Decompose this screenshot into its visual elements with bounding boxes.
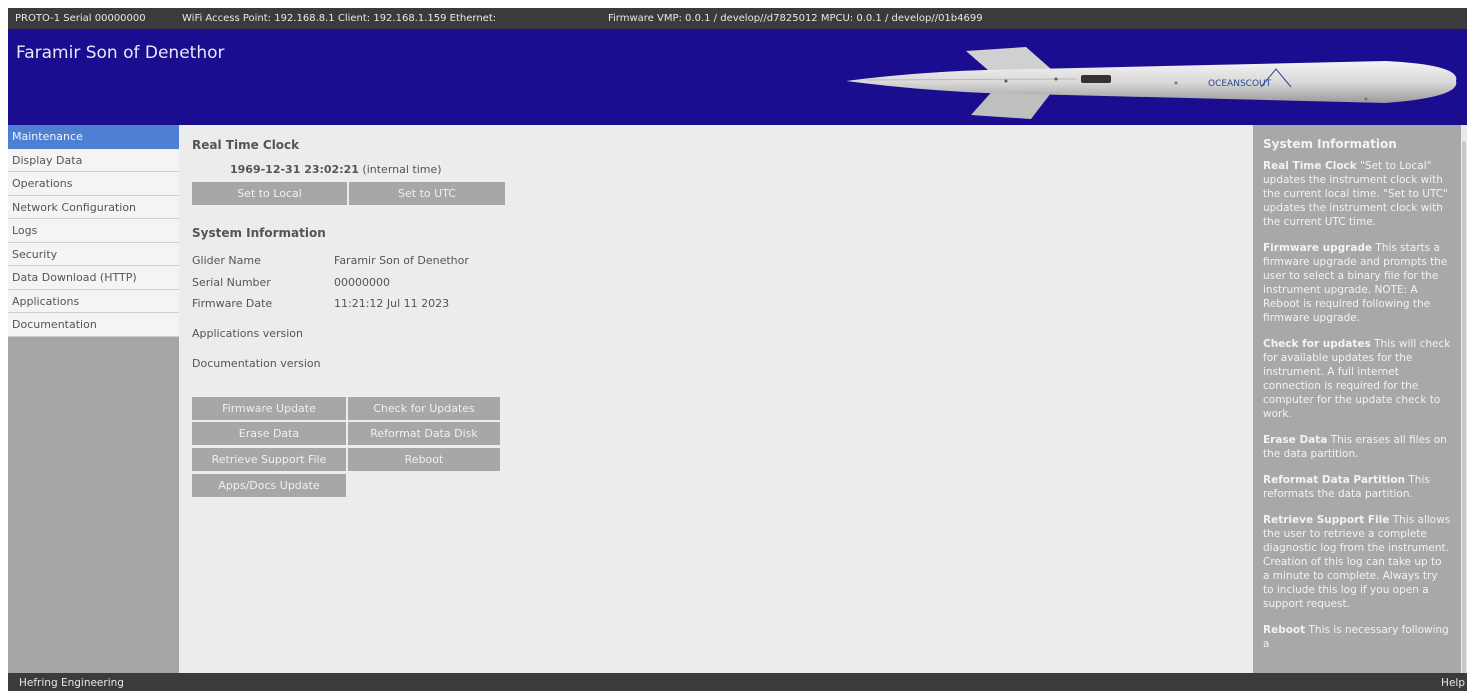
firmware-date-label: Firmware Date [192, 297, 273, 310]
clock-value: 1969-12-31 23:02:21 [230, 163, 359, 176]
help-item: Erase Data This erases all files on the … [1263, 434, 1447, 460]
company-name: Hefring Engineering [19, 677, 124, 689]
help-item: Firmware upgrade This starts a firmware … [1263, 242, 1448, 324]
status-bar: PROTO-1 Serial 00000000 WiFi Access Poin… [8, 8, 1467, 29]
retrieve-support-file-button[interactable]: Retrieve Support File [192, 448, 346, 471]
sidebar-item-operations[interactable]: Operations [8, 172, 179, 196]
sidebar-item-logs[interactable]: Logs [8, 219, 179, 243]
set-to-utc-button[interactable]: Set to UTC [349, 182, 505, 205]
firmware-date-value: 11:21:12 Jul 11 2023 [334, 297, 450, 310]
sidebar-item-documentation[interactable]: Documentation [8, 313, 179, 337]
header-banner: Faramir Son of Denethor OCEANSCOUT [8, 29, 1467, 125]
sidebar-item-data-download[interactable]: Data Download (HTTP) [8, 266, 179, 290]
help-item: Retrieve Support File This allows the us… [1263, 514, 1451, 610]
sidebar-item-applications[interactable]: Applications [8, 289, 179, 313]
help-link[interactable]: Help [1441, 673, 1465, 691]
applications-version-label: Applications version [192, 327, 303, 340]
clock-note: (internal time) [362, 163, 442, 176]
serial-number-label: Serial Number [192, 276, 271, 289]
help-item: Reformat Data Partition This reformats t… [1263, 474, 1430, 500]
network-info: WiFi Access Point: 192.168.8.1 Client: 1… [182, 13, 497, 24]
system-info-heading: System Information [192, 226, 326, 240]
sidebar-item-display-data[interactable]: Display Data [8, 148, 179, 172]
help-scrollbar[interactable] [1461, 125, 1467, 675]
scrollbar-thumb[interactable] [1462, 141, 1466, 675]
firmware-info: Firmware VMP: 0.0.1 / develop//d7825012 … [608, 13, 983, 24]
maintenance-panel: Real Time Clock 1969-12-31 23:02:21 (int… [179, 125, 1253, 673]
reboot-button[interactable]: Reboot [348, 448, 500, 471]
sidebar-item-security[interactable]: Security [8, 242, 179, 266]
glider-image: OCEANSCOUT [846, 47, 1457, 119]
sidebar-item-network-configuration[interactable]: Network Configuration [8, 195, 179, 219]
firmware-update-button[interactable]: Firmware Update [192, 397, 346, 420]
sidebar-item-maintenance[interactable]: Maintenance [8, 125, 179, 149]
footer-bar: Hefring Engineering Help [8, 673, 1467, 691]
serial-number-value: 00000000 [334, 276, 390, 289]
help-title: System Information [1263, 137, 1397, 151]
documentation-version-label: Documentation version [192, 357, 321, 370]
help-item: Real Time Clock "Set to Local" updates t… [1263, 160, 1448, 228]
check-for-updates-button[interactable]: Check for Updates [348, 397, 500, 420]
rtc-heading: Real Time Clock [192, 138, 300, 152]
help-item: Reboot This is necessary following a [1263, 624, 1449, 650]
glider-name-value: Faramir Son of Denethor [334, 254, 469, 267]
page-title: Faramir Son of Denethor [16, 43, 225, 63]
help-panel: System Information Real Time Clock "Set … [1253, 125, 1461, 673]
clock-readout: 1969-12-31 23:02:21 (internal time) [230, 163, 442, 176]
erase-data-button[interactable]: Erase Data [192, 422, 346, 445]
device-serial: PROTO-1 Serial 00000000 [15, 13, 146, 24]
sidebar-nav: Maintenance Display Data Operations Netw… [8, 125, 179, 673]
set-to-local-button[interactable]: Set to Local [192, 182, 347, 205]
apps-docs-update-button[interactable]: Apps/Docs Update [192, 474, 346, 497]
svg-text:OCEANSCOUT: OCEANSCOUT [1208, 79, 1272, 89]
glider-name-label: Glider Name [192, 254, 261, 267]
reformat-data-disk-button[interactable]: Reformat Data Disk [348, 422, 500, 445]
help-item: Check for updates This will check for av… [1263, 338, 1451, 420]
